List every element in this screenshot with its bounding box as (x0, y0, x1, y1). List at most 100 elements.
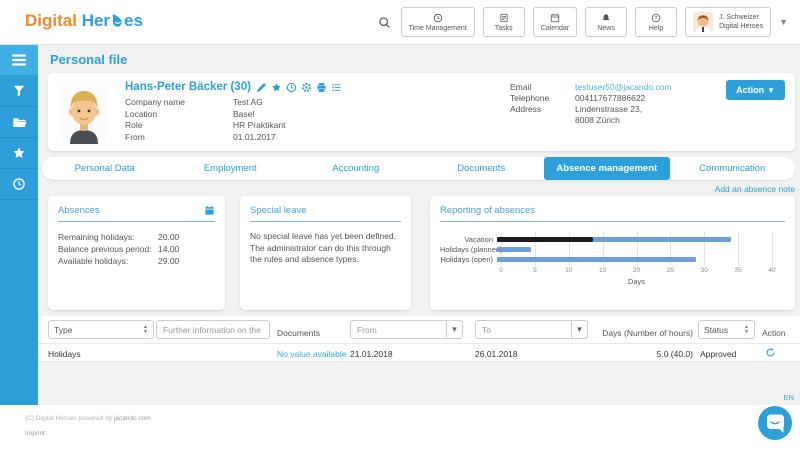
to-date-filter[interactable]: To ▼ (475, 320, 588, 339)
hamburger-icon (11, 52, 27, 68)
folder-icon (12, 115, 27, 130)
language-badge[interactable]: EN (784, 393, 794, 402)
user-name: J. Schweizer (719, 14, 759, 21)
calendar-icon[interactable] (204, 205, 215, 216)
chat-widget-button[interactable] (758, 406, 792, 440)
top-header: Digital Heres Time Management Tasks Cale… (0, 0, 800, 45)
reporting-panel: Reporting of absences VacationHolidays (… (430, 196, 795, 310)
field-value: HR Praktikant (233, 120, 285, 132)
balance-label: Remaining holidays: (58, 231, 158, 243)
balance-value: 14.00 (158, 243, 179, 255)
chart-bar-segment (593, 237, 731, 242)
balance-label: Balance previous period: (58, 243, 158, 255)
type-filter-label: Type (54, 325, 72, 335)
select-spinner-icon: ▲▼ (143, 325, 148, 334)
nav-button-help[interactable]: ? Help (635, 7, 677, 37)
details-list-icon[interactable] (331, 82, 342, 93)
row-from-cell: 21.01.2018 (350, 349, 393, 359)
nav-label: Calendar (541, 25, 569, 32)
tab-documents[interactable]: Documents (419, 157, 545, 180)
printer-icon[interactable] (316, 82, 327, 93)
absence-table: Type ▲▼ Documents From ▼ To ▼ Days (Numb… (38, 316, 800, 362)
tab-employment[interactable]: Employment (168, 157, 294, 180)
field-value: 01.01.2017 (233, 132, 276, 144)
clock-icon (12, 177, 26, 191)
nav-label: Tasks (495, 25, 513, 32)
status-filter-select[interactable]: Status ▲▼ (698, 320, 755, 339)
action-button[interactable]: Action▼ (726, 80, 785, 100)
employee-contact: Email Telephone Address testuser50@jacan… (510, 82, 672, 126)
absences-panel: Absences Remaining holidays:20.00 Balanc… (48, 196, 225, 310)
chart-x-axis-label: Days (501, 277, 772, 286)
action-button-label: Action (736, 85, 764, 95)
from-date-filter[interactable]: From ▼ (350, 320, 463, 339)
type-filter-select[interactable]: Type ▲▼ (48, 320, 154, 339)
user-menu-button[interactable]: J. SchweizerDigital Heroes (685, 7, 771, 37)
documents-column-label: Documents (277, 328, 320, 338)
user-caret-icon[interactable]: ▼ (779, 17, 788, 27)
contact-label-address: Address (510, 104, 575, 115)
chat-bubble-icon (758, 406, 792, 440)
clock-icon (433, 13, 443, 23)
chart-bar-row: Holidays (planned) (440, 244, 772, 254)
jacando-link[interactable]: jacando.com (114, 415, 151, 422)
email-link[interactable]: testuser50@jacando.com (575, 82, 672, 92)
field-value: Basel (233, 109, 254, 121)
row-type-cell: Holidays (48, 349, 81, 359)
page-title: Personal file (50, 52, 127, 67)
chart-x-axis: 0510152025303540 (501, 267, 772, 277)
chart-bar-row: Vacation (440, 234, 772, 244)
brand-logo[interactable]: Digital Heres (25, 11, 143, 31)
nav-button-news[interactable]: News (585, 7, 627, 37)
tab-personal-data[interactable]: Personal Data (42, 157, 168, 180)
nav-button-tasks[interactable]: Tasks (483, 7, 525, 37)
employee-name: Hans-Peter Bäcker (30) (125, 81, 251, 93)
absence-chart: VacationHolidays (planned)Holidays (open… (440, 234, 772, 286)
add-absence-note-link[interactable]: Add an absence note (715, 184, 795, 194)
sidebar-item-files[interactable] (0, 107, 38, 138)
tasks-icon (499, 13, 509, 23)
days-column-label: Days (Number of hours) (602, 328, 693, 338)
sidebar-item-filter[interactable] (0, 76, 38, 107)
logo-word-digital: Digital (25, 11, 77, 31)
field-label: From (125, 132, 233, 144)
sidebar-item-history[interactable] (0, 169, 38, 200)
row-to-cell: 26.01.2018 (475, 349, 518, 359)
panel-divider (440, 221, 785, 222)
svg-text:?: ? (655, 15, 658, 21)
search-icon[interactable] (378, 16, 391, 29)
contact-label-email: Email (510, 82, 575, 93)
absences-panel-title: Absences (58, 205, 100, 216)
clock-icon[interactable] (286, 82, 297, 93)
tab-accounting[interactable]: Accounting (293, 157, 419, 180)
panel-divider (250, 221, 401, 222)
copyright-text: (C) Digital Heroes powered by (25, 415, 112, 422)
logo-word-her: Her (82, 11, 110, 31)
refresh-icon[interactable] (765, 347, 776, 358)
absence-info-input[interactable] (156, 320, 270, 339)
row-days-cell: 5.0 (40.0) (657, 349, 693, 359)
topbar-actions: Time Management Tasks Calendar News ? He… (378, 7, 788, 37)
field-label: Company name (125, 97, 233, 109)
star-icon[interactable] (271, 82, 282, 93)
row-documents-link[interactable]: No value available (277, 349, 346, 359)
row-status-cell: Approved (700, 349, 736, 359)
sidebar-item-menu[interactable] (0, 45, 38, 76)
comet-icon (109, 13, 125, 29)
nav-button-calendar[interactable]: Calendar (533, 7, 577, 37)
table-divider (38, 343, 800, 344)
star-icon (12, 146, 26, 160)
tab-communication[interactable]: Communication (670, 157, 796, 180)
profile-tabs: Personal Data Employment Accounting Docu… (42, 157, 795, 180)
tab-absence-management[interactable]: Absence management (544, 157, 670, 180)
balance-value: 20.00 (158, 231, 179, 243)
imprint-text[interactable]: Imprint (25, 430, 45, 437)
filter-icon (12, 84, 26, 98)
action-column-label: Action (762, 328, 786, 338)
sidebar-item-favorites[interactable] (0, 138, 38, 169)
gear-icon[interactable] (301, 82, 312, 93)
nav-button-time-management[interactable]: Time Management (401, 7, 475, 37)
absences-balances: Remaining holidays:20.00 Balance previou… (58, 231, 215, 267)
edit-icon[interactable] (256, 82, 267, 93)
address-line2: 8008 Zürich (575, 115, 672, 126)
